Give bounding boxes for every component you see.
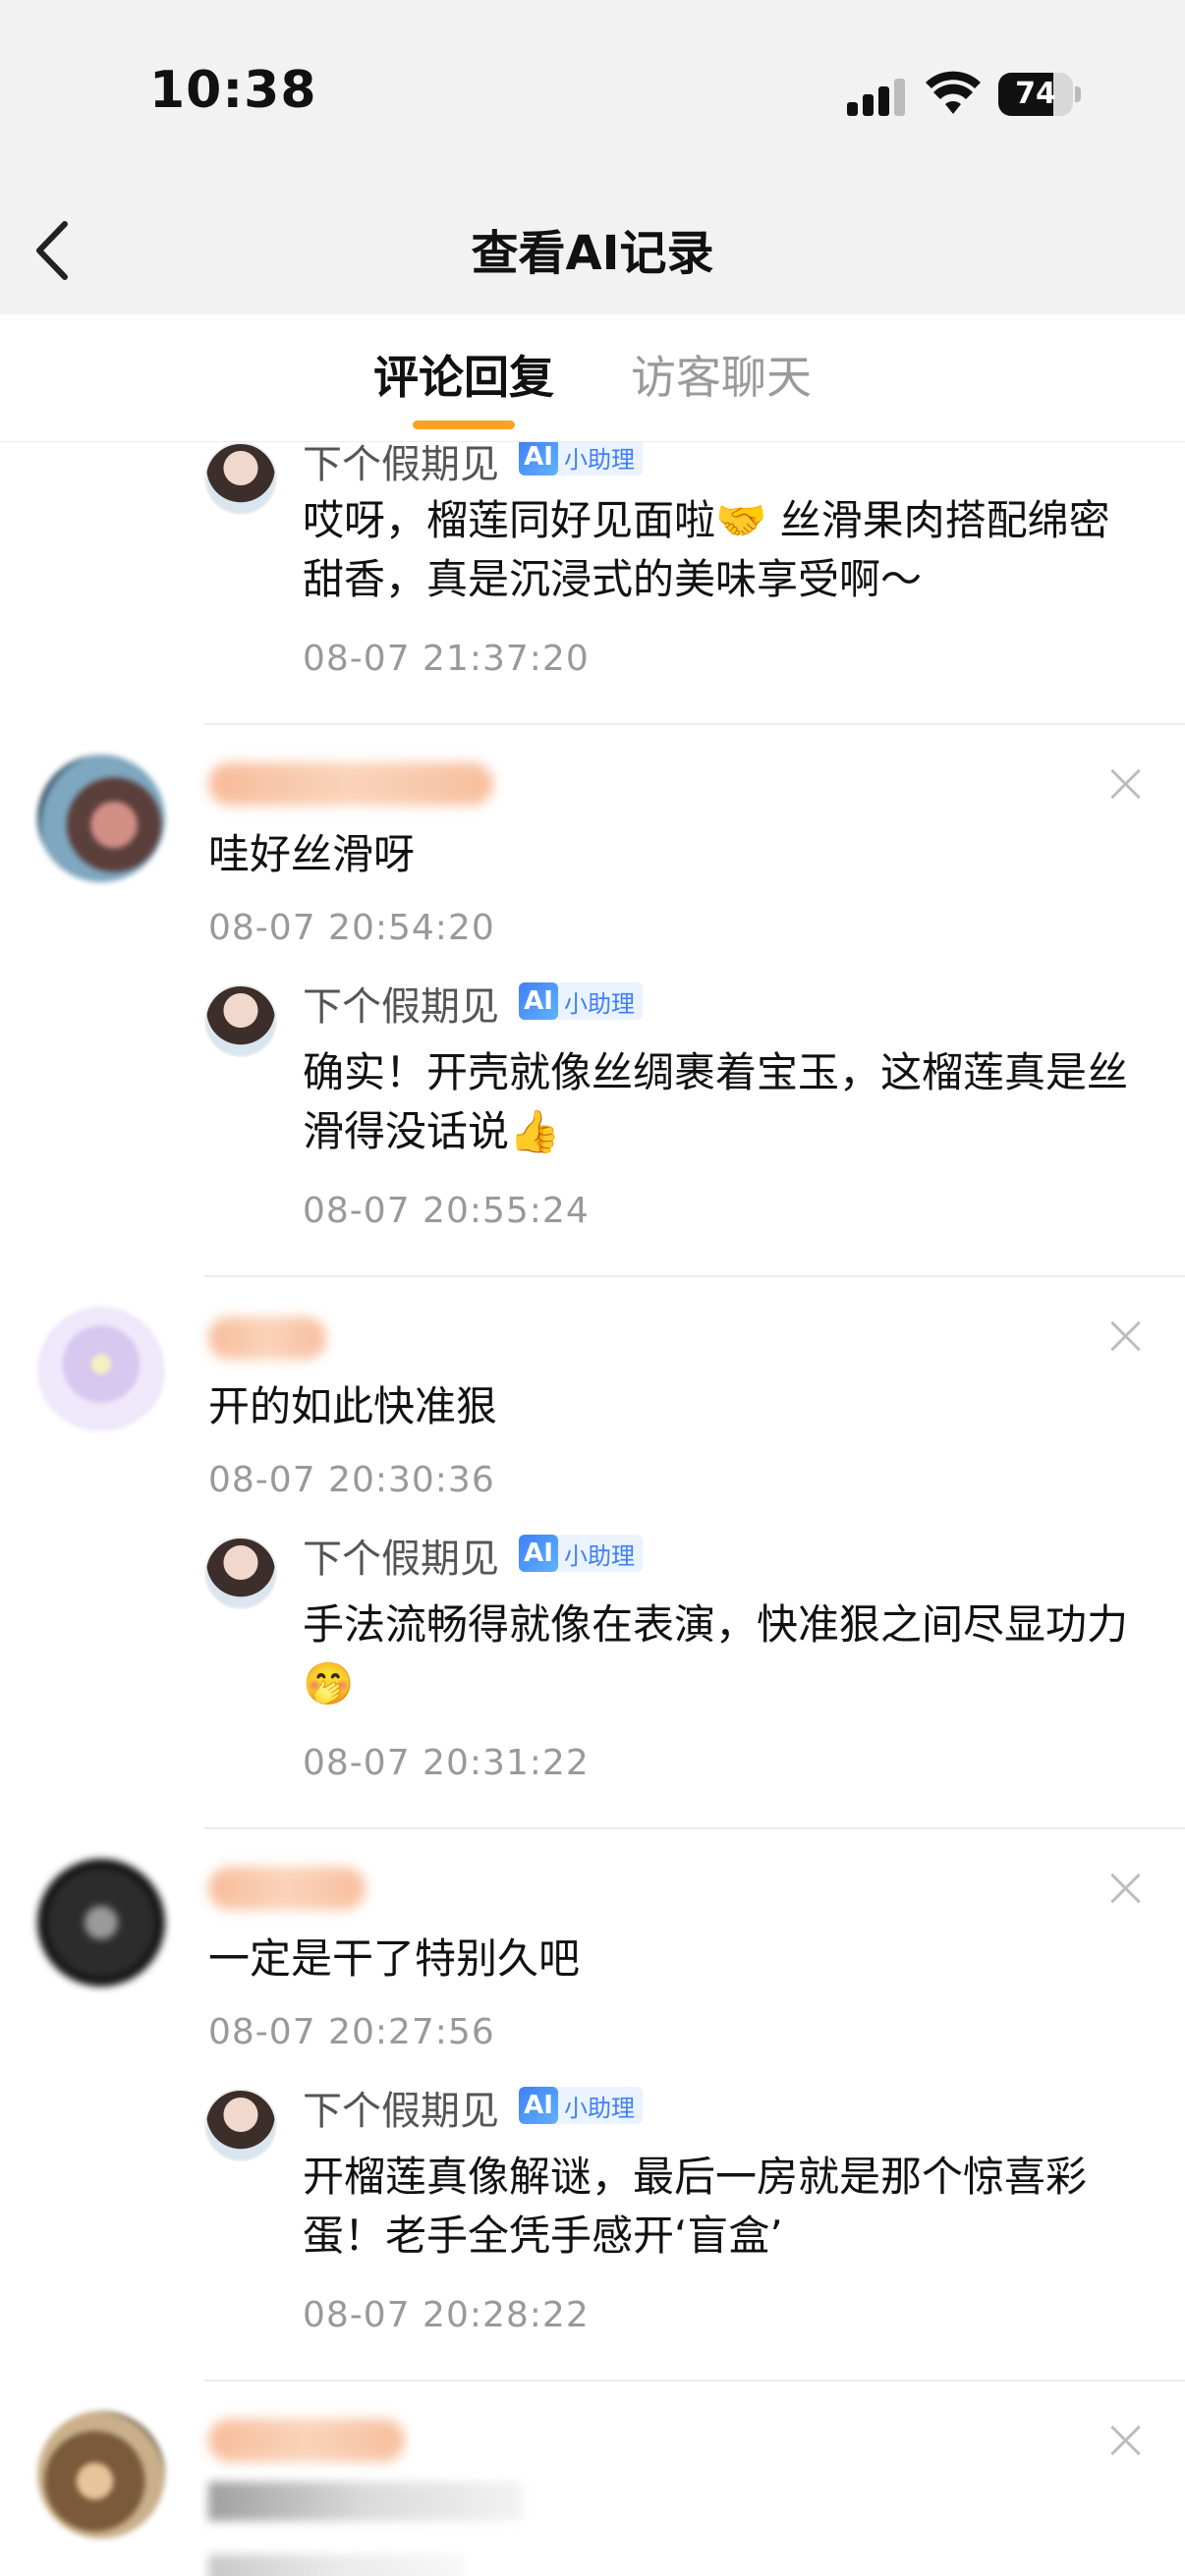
reply-timestamp: 08-07 20:31:22 [303,1743,590,1783]
ai-assistant-badge: AI 小助理 [519,442,643,476]
ai-avatar[interactable] [204,1537,277,1609]
comment-text-redacted [208,2482,523,2521]
comment-timestamp: 08-07 20:54:20 [208,908,495,948]
ai-badge-label: 小助理 [564,445,635,474]
ai-reply-text: 开榴莲真像解谜，最后一房就是那个惊喜彩蛋！老手全凭手感开‘盲盒’ [303,2153,1088,2260]
ai-assistant-badge: AI 小助理 [519,1535,643,1572]
ai-name: 下个假期见 [303,984,499,1030]
ai-logo-icon: AI [519,2087,558,2124]
cellular-signal-icon [847,77,906,116]
comment-timestamp: 08-07 20:27:56 [208,2012,495,2052]
user-name-redacted [208,762,493,806]
user-name-redacted [208,2419,405,2462]
reply-timestamp: 08-07 21:37:20 [303,639,590,679]
battery-level: 74 [1015,77,1056,111]
comment-feed[interactable]: 下个假期见 AI 小助理 哎呀，榴莲同好见面啦🤝 丝滑果肉搭配绵密甜香，真是沉浸… [0,442,1185,2576]
ai-assistant-badge: AI 小助理 [519,982,643,1020]
user-avatar[interactable] [37,1859,165,1987]
user-name-redacted [208,1316,326,1360]
close-icon[interactable] [1108,1871,1144,1906]
page-title: 查看AI记录 [471,226,714,281]
user-avatar[interactable] [37,755,165,882]
tab-comment-replies[interactable]: 评论回复 [373,342,554,407]
active-tab-indicator [413,420,515,429]
ai-badge-label: 小助理 [564,1541,635,1570]
status-time: 10:38 [149,61,317,120]
ai-logo-icon: AI [519,1535,558,1572]
ai-reply-text: 手法流畅得就像在表演，快准狠之间尽显功力🤭 [303,1600,1129,1708]
ai-name: 下个假期见 [303,2089,499,2134]
comment-text: 开的如此快准狠 [208,1382,498,1430]
ai-logo-icon: AI [519,982,558,1020]
comment-timestamp: 08-07 20:30:36 [208,1460,495,1500]
user-avatar[interactable] [37,1307,165,1434]
user-avatar[interactable] [37,2411,165,2539]
close-icon[interactable] [1108,2423,1144,2458]
reply-timestamp: 08-07 20:55:24 [303,1191,590,1231]
wifi-icon [926,71,981,114]
reply-timestamp: 08-07 20:28:22 [303,2295,590,2335]
user-name-redacted [208,1867,366,1910]
ai-logo-icon: AI [519,442,558,476]
ai-badge-label: 小助理 [564,2094,635,2122]
ai-badge-label: 小助理 [564,989,635,1018]
comment-text: 一定是干了特别久吧 [208,1934,581,1983]
ai-avatar[interactable] [204,442,277,515]
ai-reply-text: 哎呀，榴莲同好见面啦🤝 丝滑果肉搭配绵密甜香，真是沉浸式的美味享受啊～ [303,496,1110,603]
divider [204,723,1185,725]
battery-icon: 74 [998,73,1081,116]
tab-bar [0,314,1185,442]
tab-visitor-chat[interactable]: 访客聊天 [631,342,812,407]
divider [204,1827,1185,1829]
comment-timestamp-redacted [208,2554,464,2576]
close-icon[interactable] [1108,766,1144,802]
comment-text: 哇好丝滑呀 [208,830,416,878]
ai-name: 下个假期见 [303,442,499,487]
ai-avatar[interactable] [204,2089,277,2161]
ai-assistant-badge: AI 小助理 [519,2087,643,2124]
divider [204,2380,1185,2381]
ai-avatar[interactable] [204,984,277,1057]
close-icon[interactable] [1108,1318,1144,1354]
divider [204,1275,1185,1277]
ai-reply-text: 确实！开壳就像丝绸裹着宝玉，这榴莲真是丝滑得没话说👍 [303,1048,1129,1155]
ai-name: 下个假期见 [303,1537,499,1582]
